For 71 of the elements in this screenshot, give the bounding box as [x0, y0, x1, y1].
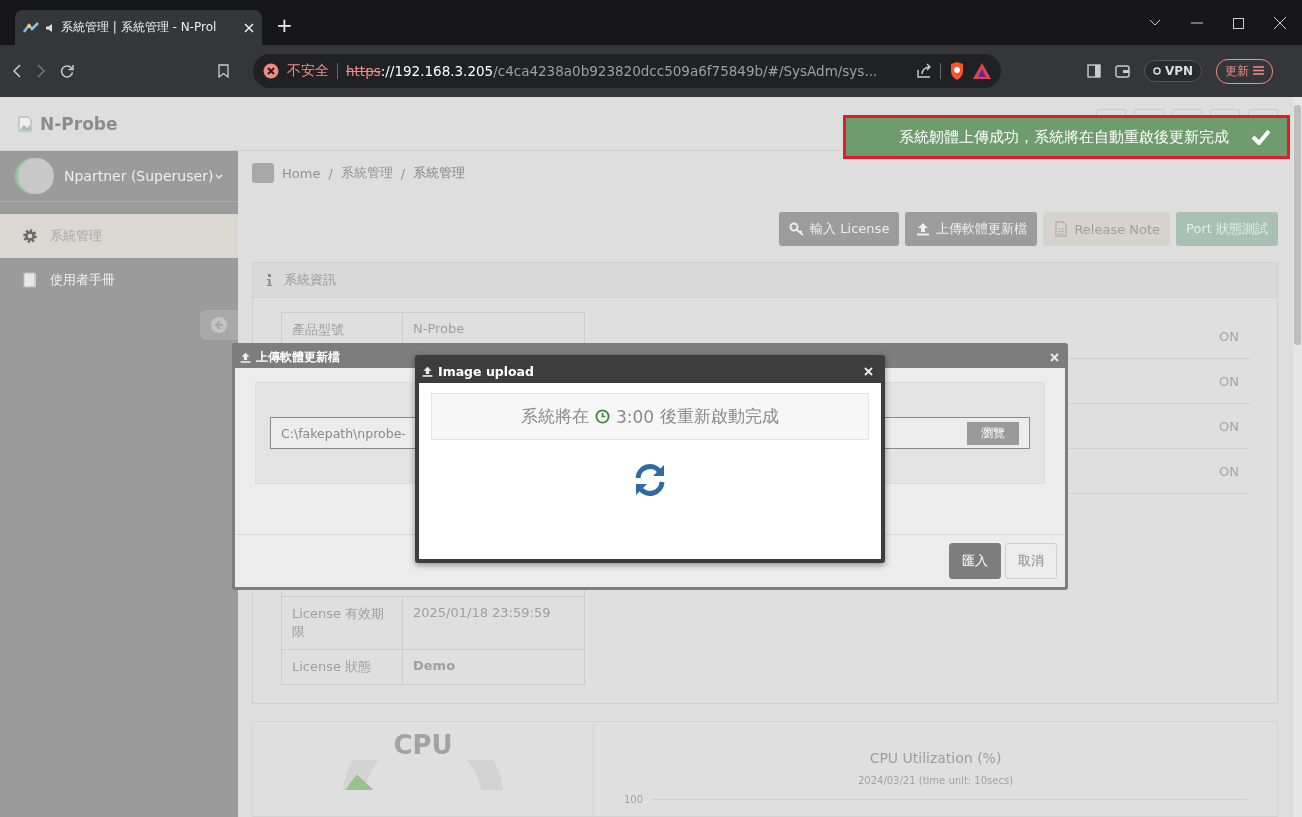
chevron-down-icon[interactable]: [1149, 19, 1161, 27]
status-text: ON: [1219, 328, 1239, 344]
breadcrumb-separator: /: [328, 165, 333, 181]
breadcrumb-separator: /: [400, 165, 406, 181]
clock-icon: [594, 409, 610, 424]
tab-title: 系統管理 | 系統管理 - N-Prol: [61, 19, 218, 36]
breadcrumb-link[interactable]: 系統管理: [340, 164, 393, 182]
document-icon: [1053, 221, 1070, 237]
broken-image-icon: [18, 115, 34, 132]
warning-icon: [263, 63, 279, 79]
bookmark-icon[interactable]: [218, 64, 229, 78]
wallet-icon[interactable]: [1115, 64, 1130, 78]
menu-icon: [1252, 65, 1264, 75]
status-text: ON: [1219, 463, 1239, 479]
site-icon: [23, 21, 39, 34]
upload-icon: [421, 364, 434, 378]
close-icon: [864, 366, 873, 376]
scrollbar[interactable]: [1293, 97, 1302, 817]
avatar: [18, 158, 54, 194]
user-menu[interactable]: Npartner (Superuser): [64, 168, 214, 184]
gauge-title: CPU: [393, 730, 453, 760]
browse-button[interactable]: 瀏覽: [967, 421, 1019, 445]
table-cell: License 狀態: [281, 649, 403, 685]
toast-message: 系統韌體上傳成功，系統將在自動重啟後更新完成: [899, 127, 1229, 147]
status-text: ON: [1219, 418, 1239, 434]
table-cell: Demo: [402, 649, 585, 685]
table-cell: 2025/01/18 23:59:59: [402, 596, 585, 650]
upload-icon: [239, 350, 252, 364]
close-icon: [1050, 352, 1059, 362]
logo-text: N-Probe: [40, 113, 118, 134]
address-bar[interactable]: 不安全 https://192.168.3.205/c4ca4238a0b923820dcc509a6f75849b/#/SysAdm/sys...: [253, 54, 1001, 88]
dialog-title: 上傳軟體更新檔: [256, 348, 340, 366]
info-icon: [267, 274, 272, 286]
sidebar-item[interactable]: 使用者手冊: [0, 258, 238, 302]
dialog-button[interactable]: 匯入: [949, 543, 1001, 579]
forward-icon[interactable]: [36, 64, 46, 78]
restart-message: 系統將在 3:00 後重新啟動完成: [431, 393, 869, 440]
maximize-icon[interactable]: [1233, 17, 1244, 29]
back-icon[interactable]: [12, 64, 22, 78]
axis-tick: 100: [624, 794, 644, 805]
dialog-button[interactable]: 取消: [1005, 543, 1057, 579]
lion-shield-icon[interactable]: [949, 62, 965, 80]
new-tab-button[interactable]: +: [276, 13, 293, 45]
breadcrumb-link[interactable]: Home: [282, 165, 321, 181]
book-icon: [22, 272, 38, 288]
chart-title: CPU Utilization (%): [869, 750, 1002, 766]
arrow-left-icon: [210, 316, 228, 334]
key-icon: [789, 221, 806, 237]
url-text: https://192.168.3.205/c4ca4238a0b923820dcc509a6f75849b/#/SysAdm/sys...: [346, 63, 878, 79]
close-icon[interactable]: [1274, 17, 1286, 29]
speaker-icon[interactable]: [45, 22, 55, 33]
browser-tab[interactable]: 系統管理 | 系統管理 - N-Prol: [15, 10, 262, 45]
dialog-title: Image upload: [438, 363, 534, 379]
sidebar-icon[interactable]: [1087, 64, 1101, 78]
status-text: ON: [1219, 373, 1239, 389]
gear-icon: [22, 228, 38, 244]
upload-icon: [915, 221, 932, 237]
table-cell: License 有效期限: [281, 596, 403, 650]
update-button[interactable]: 更新: [1216, 58, 1273, 84]
share-icon[interactable]: [916, 63, 932, 79]
vpn-button[interactable]: VPN: [1144, 60, 1203, 82]
toolbar-button[interactable]: 輸入 License: [779, 212, 900, 246]
toolbar-button[interactable]: 上傳軟體更新檔: [905, 212, 1038, 246]
check-icon: [1251, 129, 1271, 145]
dot-icon: [1153, 67, 1161, 75]
security-label: 不安全: [287, 62, 329, 80]
triangle-icon[interactable]: [973, 63, 991, 79]
reload-icon[interactable]: [60, 64, 74, 78]
refresh-icon: [633, 462, 667, 498]
panel-title: 系統資訊: [284, 271, 336, 289]
close-button[interactable]: [862, 364, 875, 378]
